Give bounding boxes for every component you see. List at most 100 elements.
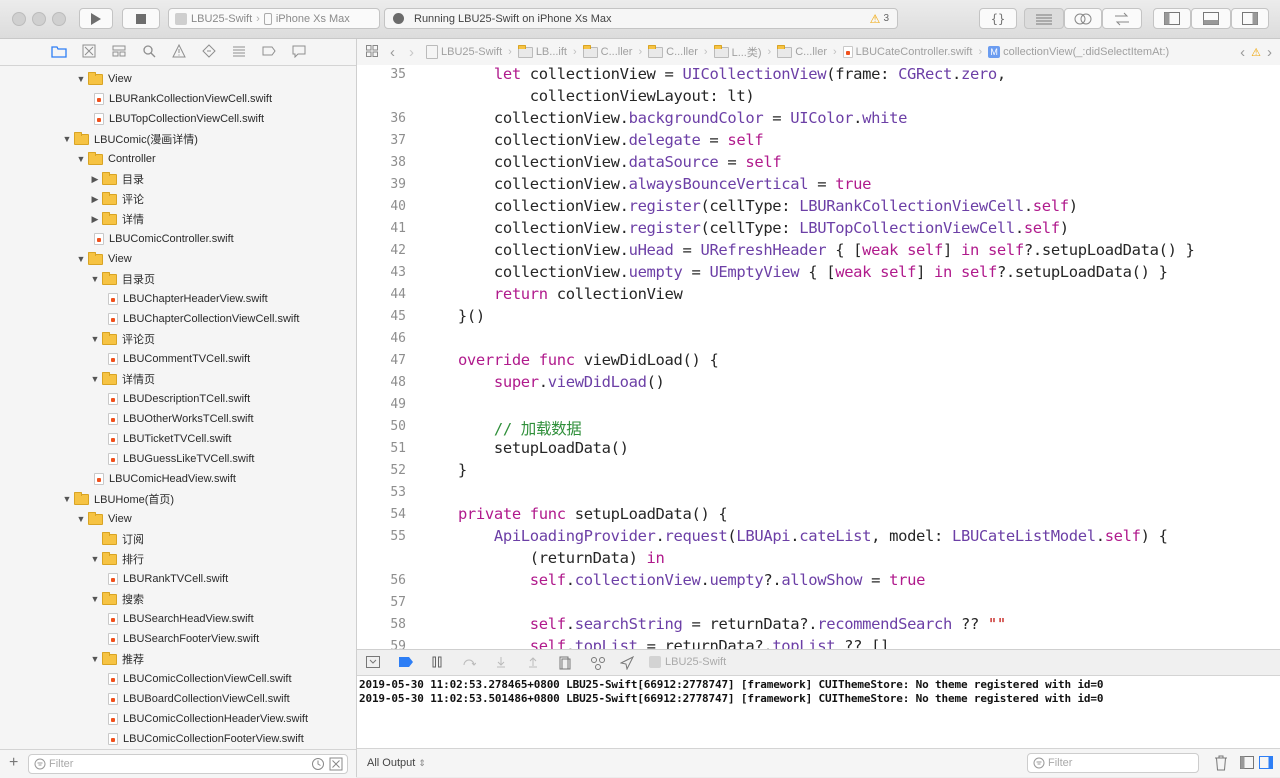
code-line[interactable]: let collectionView = UICollectionView(fr…: [422, 65, 1006, 83]
code-line[interactable]: collectionView.dataSource = self: [422, 153, 782, 171]
tree-file-row[interactable]: LBUOtherWorksTCell.swift: [0, 409, 356, 429]
source-control-filter-icon[interactable]: [329, 757, 343, 774]
tree-group-row[interactable]: ▶ 评论: [0, 189, 356, 209]
minimize-window-button[interactable]: [32, 12, 46, 26]
library-button[interactable]: {}: [979, 8, 1017, 29]
recent-files-icon[interactable]: [311, 757, 325, 774]
tree-group-row[interactable]: ▼ View: [0, 509, 356, 529]
tree-file-row[interactable]: LBUComicCollectionHeaderView.swift: [0, 709, 356, 729]
tree-group-row[interactable]: ▼ 目录页: [0, 269, 356, 289]
toggle-debug-button[interactable]: [1191, 8, 1231, 29]
code-line[interactable]: ApiLoadingProvider.request(LBUApi.cateLi…: [422, 527, 1168, 545]
disclosure-open-icon[interactable]: ▼: [90, 594, 100, 604]
source-editor[interactable]: 35 let collectionView = UICollectionView…: [357, 65, 1280, 649]
debug-target[interactable]: LBU25-Swift: [649, 656, 726, 668]
toggle-inspector-button[interactable]: [1231, 8, 1269, 29]
stop-button[interactable]: [122, 8, 160, 29]
jumpbar-item-group[interactable]: L...类): [713, 44, 762, 60]
step-out-icon[interactable]: [526, 656, 540, 670]
tree-group-row[interactable]: ▼ View: [0, 249, 356, 269]
toggle-navigator-button[interactable]: [1153, 8, 1191, 29]
tree-file-row[interactable]: LBUChapterHeaderView.swift: [0, 289, 356, 309]
tree-file-row[interactable]: LBUComicHeadView.swift: [0, 469, 356, 489]
navigator-filter-input[interactable]: Filter: [28, 754, 348, 774]
tree-group-row[interactable]: ▼ 评论页: [0, 329, 356, 349]
tree-group-row[interactable]: ▼ 详情页: [0, 369, 356, 389]
issue-navigator-tab-icon[interactable]: [171, 43, 187, 60]
simulate-location-icon[interactable]: [619, 655, 635, 671]
source-control-tab-icon[interactable]: [81, 44, 97, 60]
code-line[interactable]: self.collectionView.uempty?.allowShow = …: [422, 571, 926, 589]
tree-group-row[interactable]: ▶ 目录: [0, 169, 356, 189]
disclosure-open-icon[interactable]: ▼: [90, 334, 100, 344]
forward-icon[interactable]: ›: [409, 44, 414, 61]
assistant-editor-button[interactable]: [1064, 8, 1102, 29]
debug-navigator-tab-icon[interactable]: [231, 44, 247, 60]
breakpoints-toggle-icon[interactable]: [398, 656, 413, 670]
tree-file-row[interactable]: LBUDescriptionTCell.swift: [0, 389, 356, 409]
tree-file-row[interactable]: LBURankTVCell.swift: [0, 569, 356, 589]
warning-icon[interactable]: ⚠: [870, 12, 881, 26]
tree-file-row[interactable]: LBUTicketTVCell.swift: [0, 429, 356, 449]
previous-issue-icon[interactable]: ‹: [1240, 44, 1245, 61]
add-icon[interactable]: +: [9, 755, 18, 771]
view-debugger-icon[interactable]: [558, 656, 572, 670]
tree-group-row[interactable]: ▼ LBUComic(漫画详情): [0, 129, 356, 149]
standard-editor-button[interactable]: [1024, 8, 1064, 29]
jumpbar-item-group[interactable]: C...ller: [582, 44, 632, 58]
code-line[interactable]: private func setupLoadData() {: [422, 505, 728, 523]
disclosure-closed-icon[interactable]: ▶: [90, 194, 100, 205]
jumpbar-item-method[interactable]: McollectionView(_:didSelectItemAt:): [988, 46, 1169, 58]
console-view-toggle-icon[interactable]: [1259, 756, 1273, 772]
output-selector[interactable]: All Output ⇕: [367, 757, 426, 769]
code-line[interactable]: super.viewDidLoad(): [422, 373, 665, 391]
tree-file-row[interactable]: LBUBoardCollectionViewCell.swift: [0, 689, 356, 709]
disclosure-open-icon[interactable]: ▼: [90, 654, 100, 664]
jumpbar-item-project[interactable]: LBU25-Swift: [426, 45, 502, 59]
disclosure-open-icon[interactable]: ▼: [90, 374, 100, 384]
pause-icon[interactable]: [430, 656, 444, 670]
code-line[interactable]: }(): [422, 307, 485, 325]
symbol-navigator-tab-icon[interactable]: [111, 44, 127, 60]
disclosure-open-icon[interactable]: ▼: [62, 134, 72, 144]
code-line[interactable]: collectionViewLayout: lt): [422, 87, 755, 105]
tree-file-row[interactable]: LBUGuessLikeTVCell.swift: [0, 449, 356, 469]
console-output[interactable]: 2019-05-30 11:02:53.278465+0800 LBU25-Sw…: [357, 676, 1280, 748]
project-navigator-tab-icon[interactable]: [51, 44, 67, 60]
disclosure-open-icon[interactable]: ▼: [76, 254, 86, 264]
code-line[interactable]: setupLoadData(): [422, 439, 629, 457]
tree-file-row[interactable]: LBUSearchFooterView.swift: [0, 629, 356, 649]
tree-file-row[interactable]: LBUChapterCollectionViewCell.swift: [0, 309, 356, 329]
breakpoint-navigator-tab-icon[interactable]: [261, 44, 277, 60]
code-line[interactable]: collectionView.register(cellType: LBUTop…: [422, 219, 1069, 237]
code-line[interactable]: (returnData) in: [422, 549, 665, 567]
console-filter-input[interactable]: Filter: [1027, 753, 1199, 773]
tree-group-row[interactable]: ▼ 搜索: [0, 589, 356, 609]
code-line[interactable]: collectionView.backgroundColor = UIColor…: [422, 109, 908, 127]
code-line[interactable]: collectionView.register(cellType: LBURan…: [422, 197, 1078, 215]
close-window-button[interactable]: [12, 12, 26, 26]
disclosure-closed-icon[interactable]: ▶: [90, 174, 100, 185]
hide-debug-area-icon[interactable]: [366, 656, 380, 670]
code-line[interactable]: self.topList = returnData?.topList ?? []: [422, 637, 890, 649]
code-line[interactable]: override func viewDidLoad() {: [422, 351, 719, 369]
tree-group-row[interactable]: ▼ View: [0, 69, 356, 89]
code-line[interactable]: collectionView.alwaysBounceVertical = tr…: [422, 175, 872, 193]
jumpbar-item-group[interactable]: C...ller: [648, 44, 698, 58]
code-line[interactable]: collectionView.uempty = UEmptyView { [we…: [422, 263, 1168, 281]
warning-icon[interactable]: ⚠: [1251, 46, 1261, 59]
disclosure-open-icon[interactable]: ▼: [90, 554, 100, 564]
tree-file-row[interactable]: LBURankCollectionViewCell.swift: [0, 89, 356, 109]
code-line[interactable]: collectionView.uHead = URefreshHeader { …: [422, 241, 1195, 259]
tree-group-row[interactable]: 订阅: [0, 529, 356, 549]
code-line[interactable]: // 加载数据: [422, 417, 582, 439]
tree-file-row[interactable]: LBUSearchHeadView.swift: [0, 609, 356, 629]
code-line[interactable]: collectionView.delegate = self: [422, 131, 764, 149]
tree-file-row[interactable]: LBUCommentTVCell.swift: [0, 349, 356, 369]
tree-group-row[interactable]: ▶ 详情: [0, 209, 356, 229]
tree-file-row[interactable]: LBUComicController.swift: [0, 229, 356, 249]
tree-group-row[interactable]: ▼ LBUHome(首页): [0, 489, 356, 509]
tree-group-row[interactable]: ▼ 推荐: [0, 649, 356, 669]
jumpbar-item-file[interactable]: LBUCateController.swift: [842, 46, 972, 58]
disclosure-open-icon[interactable]: ▼: [76, 74, 86, 84]
